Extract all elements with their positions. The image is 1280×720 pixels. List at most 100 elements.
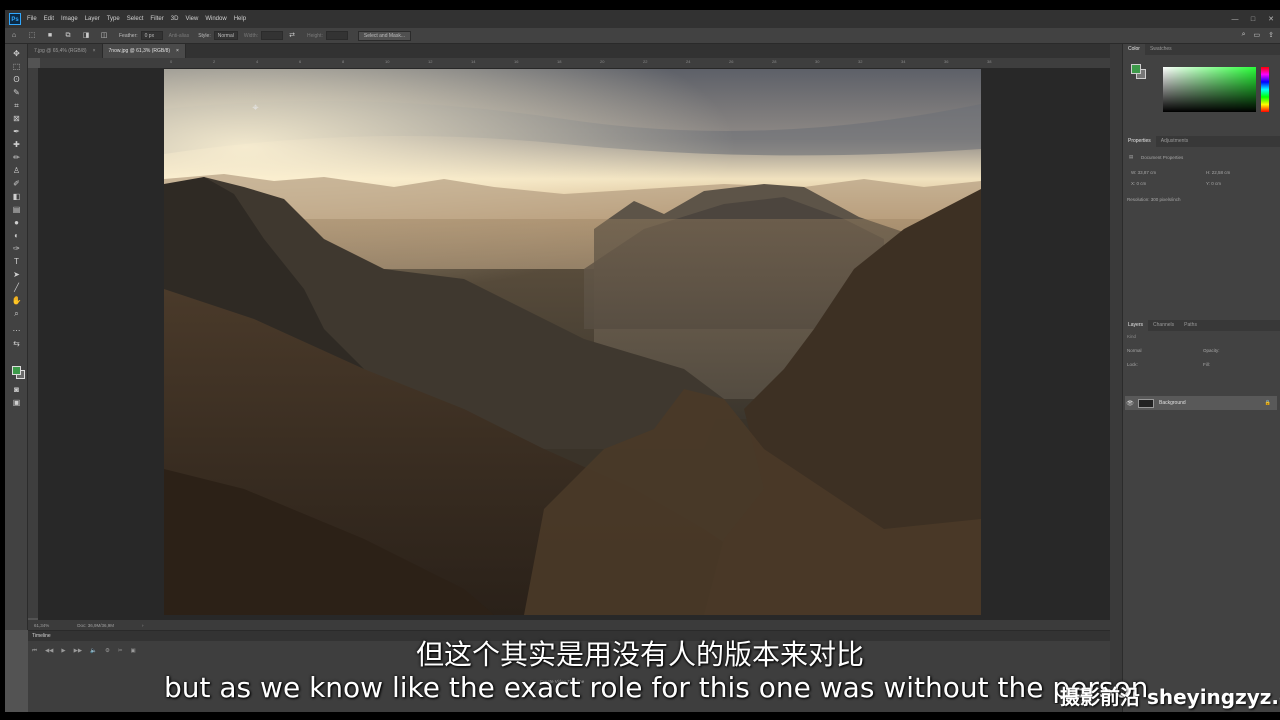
menu-edit[interactable]: Edit: [44, 16, 54, 22]
anti-alias-checkbox[interactable]: Anti-alias: [169, 33, 190, 39]
properties-title: Document Properties: [1141, 155, 1184, 160]
tab-properties[interactable]: Properties: [1123, 136, 1156, 147]
blur-tool-icon[interactable]: ●: [11, 217, 22, 228]
layer-visibility-eye-icon[interactable]: 👁: [1125, 400, 1135, 407]
intersect-selection-icon[interactable]: ◫: [99, 31, 109, 41]
home-icon[interactable]: ⌂: [9, 31, 19, 41]
doc-width[interactable]: W: 33,87 cm: [1131, 170, 1156, 175]
subtitle-english: but as we know like the exact role for t…: [164, 671, 1149, 704]
frame-tool-icon[interactable]: ⊠: [11, 113, 22, 124]
close-tab-icon[interactable]: ×: [93, 44, 96, 58]
close-window-button[interactable]: ✕: [1262, 15, 1280, 23]
tab-swatches[interactable]: Swatches: [1145, 44, 1177, 55]
hand-tool-icon[interactable]: ✋: [11, 295, 22, 306]
status-arrow-icon[interactable]: ›: [142, 623, 144, 628]
doc-y[interactable]: Y: 0 cm: [1206, 181, 1221, 186]
zoom-level[interactable]: 61,34%: [34, 623, 49, 628]
doc-height[interactable]: H: 22,58 cm: [1206, 170, 1230, 175]
move-tool-icon[interactable]: ✥: [11, 48, 22, 59]
subtract-selection-icon[interactable]: ◨: [81, 31, 91, 41]
layer-name[interactable]: Background: [1159, 400, 1186, 406]
feather-input[interactable]: 0 px: [140, 31, 163, 40]
screen-mode-icon[interactable]: ▣: [11, 397, 22, 408]
width-input[interactable]: [261, 31, 284, 40]
add-selection-icon[interactable]: ⧉: [63, 31, 73, 41]
clone-stamp-tool-icon[interactable]: ♙: [11, 165, 22, 176]
minimize-button[interactable]: —: [1226, 16, 1244, 23]
color-picker-field[interactable]: [1163, 67, 1256, 112]
layer-background[interactable]: 👁 Background 🔒: [1125, 396, 1277, 410]
search-icon[interactable]: ⌕: [1242, 31, 1246, 39]
menu-file[interactable]: File: [27, 16, 37, 22]
right-panels: Color Swatches Properties Adjustments ▤ …: [1122, 44, 1280, 712]
tab-paths[interactable]: Paths: [1179, 320, 1202, 331]
menu-window[interactable]: Window: [205, 16, 226, 22]
quick-mask-icon[interactable]: ◙: [11, 384, 22, 395]
tab-layers[interactable]: Layers: [1123, 320, 1149, 331]
foreground-color-swatch[interactable]: [12, 366, 21, 375]
history-brush-tool-icon[interactable]: ✐: [11, 178, 22, 189]
menu-filter[interactable]: Filter: [150, 16, 163, 22]
menu-type[interactable]: Type: [107, 16, 120, 22]
marquee-tool-icon[interactable]: ⬚: [27, 31, 37, 41]
layer-lock-icon[interactable]: 🔒: [1265, 400, 1271, 406]
tab-label: 7.jpg @ 65,4% (RGB/8): [34, 48, 87, 54]
select-and-mask-button[interactable]: Select and Mask...: [357, 30, 411, 41]
hue-slider[interactable]: [1261, 67, 1269, 112]
height-input[interactable]: [325, 31, 348, 40]
fill-label[interactable]: Fill:: [1203, 362, 1210, 367]
tab-color[interactable]: Color: [1123, 44, 1145, 55]
photoshop-logo-icon: Ps: [9, 13, 21, 25]
color-panel: Color Swatches: [1123, 44, 1280, 126]
menu-help[interactable]: Help: [234, 16, 246, 22]
tab-channels[interactable]: Channels: [1148, 320, 1179, 331]
mountain-landscape-image: [164, 69, 981, 615]
default-colors-icon[interactable]: ⇆: [11, 338, 22, 349]
tab-7-jpg[interactable]: 7.jpg @ 65,4% (RGB/8) ×: [28, 44, 103, 58]
doc-x[interactable]: X: 0 cm: [1131, 181, 1146, 186]
zoom-tool-icon[interactable]: ⌕: [11, 308, 22, 319]
document-photo[interactable]: [164, 69, 981, 615]
pen-tool-icon[interactable]: ✑: [11, 243, 22, 254]
ruler-tick-label: 12: [428, 59, 433, 64]
line-tool-icon[interactable]: ╱: [11, 282, 22, 293]
eyedropper-tool-icon[interactable]: ✒: [11, 126, 22, 137]
workspace-icon[interactable]: ▭: [1254, 31, 1261, 39]
doc-size: Doc: 36,9M/36,9M: [77, 622, 115, 628]
layer-kind-filter[interactable]: Kind: [1127, 334, 1136, 339]
menu-layer[interactable]: Layer: [85, 16, 100, 22]
share-icon[interactable]: ⇪: [1268, 31, 1274, 39]
ruler-tick-label: 14: [471, 59, 476, 64]
ruler-tick-label: 36: [944, 59, 949, 64]
gradient-tool-icon[interactable]: ▤: [11, 204, 22, 215]
opacity-label[interactable]: Opacity:: [1203, 348, 1220, 353]
tab-adjustments[interactable]: Adjustments: [1156, 136, 1194, 147]
swap-icon[interactable]: ⇄: [287, 31, 297, 41]
path-select-tool-icon[interactable]: ➤: [11, 269, 22, 280]
brush-tool-icon[interactable]: ✏: [11, 152, 22, 163]
new-selection-icon[interactable]: ■: [45, 31, 55, 41]
blend-mode-select[interactable]: Normal: [1127, 348, 1142, 353]
more-tools-icon[interactable]: ⋯: [11, 325, 22, 336]
window-controls: — □ ✕: [1226, 10, 1280, 28]
eraser-tool-icon[interactable]: ◧: [11, 191, 22, 202]
quick-select-tool-icon[interactable]: ✎: [11, 87, 22, 98]
maximize-button[interactable]: □: [1244, 16, 1262, 23]
ruler-tick-label: 20: [600, 59, 605, 64]
rect-marquee-tool-icon[interactable]: ⬚: [11, 61, 22, 72]
crop-tool-icon[interactable]: ⌗: [11, 100, 22, 111]
type-tool-icon[interactable]: T: [11, 256, 22, 267]
color-panel-fg-swatch[interactable]: [1131, 64, 1141, 74]
style-select[interactable]: Normal: [213, 31, 238, 40]
document-icon: ▤: [1129, 154, 1134, 159]
menu-3d[interactable]: 3D: [171, 16, 179, 22]
healing-brush-tool-icon[interactable]: ✚: [11, 139, 22, 150]
menu-select[interactable]: Select: [127, 16, 144, 22]
menu-image[interactable]: Image: [61, 16, 78, 22]
tab-7now-jpg[interactable]: 7now.jpg @ 61,3% (RGB/8) ×: [102, 44, 186, 58]
dodge-tool-icon[interactable]: ◐: [11, 230, 22, 241]
close-tab-icon[interactable]: ×: [176, 44, 179, 58]
canvas-area[interactable]: ⌖: [38, 68, 1110, 620]
lasso-tool-icon[interactable]: ʘ: [11, 74, 22, 85]
menu-view[interactable]: View: [185, 16, 198, 22]
